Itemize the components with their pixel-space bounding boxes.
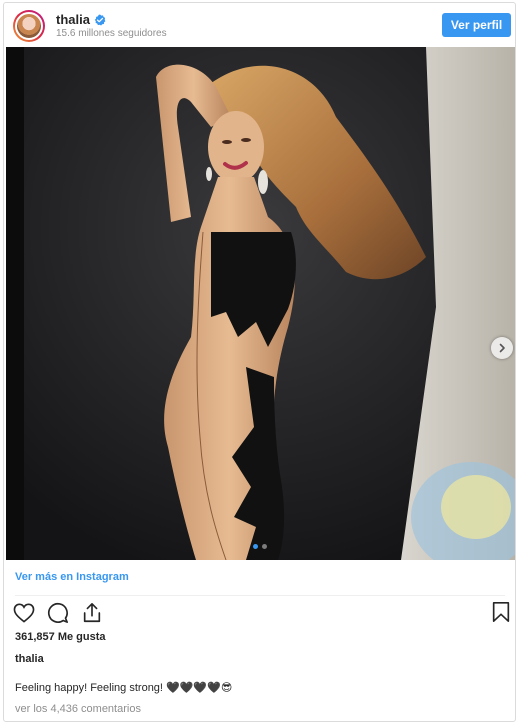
carousel-dot-1 <box>253 544 258 549</box>
verified-badge-icon <box>94 14 106 25</box>
username[interactable]: thalia <box>56 12 90 27</box>
heart-icon <box>13 603 35 623</box>
view-profile-button[interactable]: Ver perfil <box>442 13 511 37</box>
carousel-dot-2 <box>262 544 267 549</box>
divider <box>15 595 505 596</box>
followers-count: 15.6 millones seguidores <box>56 28 167 39</box>
avatar[interactable] <box>13 10 45 42</box>
caption-text: Feeling happy! Feeling strong! 🖤🖤🖤🖤😎 <box>15 682 233 694</box>
share-button[interactable] <box>80 601 104 625</box>
action-bar <box>12 601 104 625</box>
instagram-embed: thalia 15.6 millones seguidores Ver perf… <box>3 2 516 722</box>
photo-illustration <box>6 47 515 560</box>
bookmark-icon <box>492 602 510 622</box>
view-comments-link[interactable]: ver los 4,436 comentarios <box>15 703 141 715</box>
view-more-link[interactable]: Ver más en Instagram <box>15 571 129 583</box>
carousel-next-button[interactable] <box>491 337 513 359</box>
username-row: thalia <box>56 12 106 27</box>
carousel-indicator <box>253 544 267 549</box>
share-icon <box>83 603 101 623</box>
chevron-right-icon <box>499 343 505 353</box>
comment-button[interactable] <box>46 601 70 625</box>
likes-count[interactable]: 361,857 Me gusta <box>15 631 106 643</box>
avatar-image <box>15 12 43 40</box>
caption-username[interactable]: thalia <box>15 653 44 665</box>
like-button[interactable] <box>12 601 36 625</box>
post-photo[interactable] <box>6 47 515 560</box>
comment-icon <box>47 602 68 623</box>
post-header: thalia 15.6 millones seguidores Ver perf… <box>4 3 515 47</box>
save-button[interactable] <box>491 601 515 625</box>
